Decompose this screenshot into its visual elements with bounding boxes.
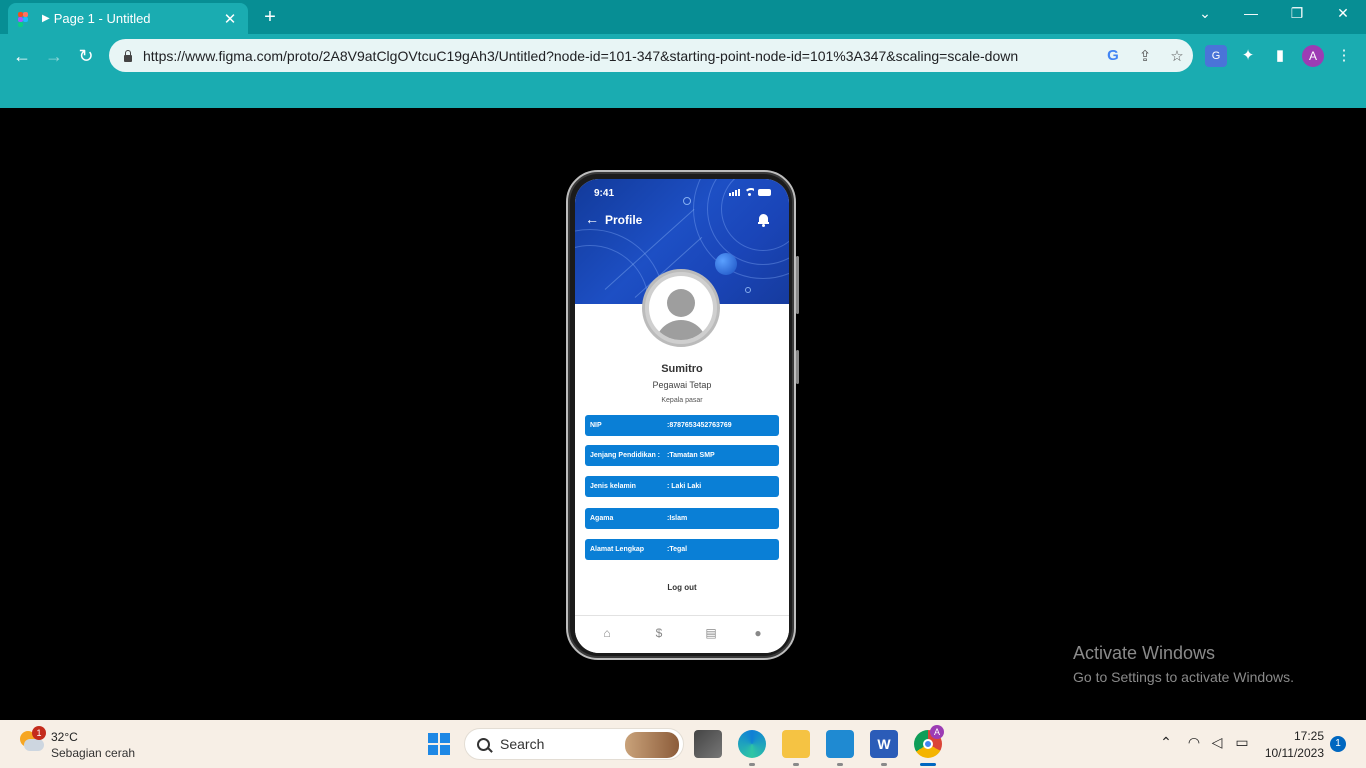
field-label: Agama	[590, 515, 614, 522]
battery-icon	[758, 188, 771, 196]
taskbar-indicator-active	[920, 763, 936, 766]
side-panel-icon[interactable]: ▮	[1269, 45, 1291, 67]
weather-condition[interactable]: Sebagian cerah	[51, 746, 135, 760]
taskbar: 1 32°C Sebagian cerah Search W A ⌃ ◠ ◁ ▭…	[0, 720, 1366, 768]
browser-tab[interactable]: ▶ Page 1 - Untitled ✕	[8, 3, 248, 34]
wifi-tray-icon[interactable]: ◠	[1185, 734, 1203, 751]
notification-badge[interactable]: 1	[1330, 736, 1346, 752]
activate-windows-title: Activate Windows	[1073, 643, 1216, 663]
bell-icon[interactable]	[758, 214, 769, 227]
field-value: :Tegal	[667, 546, 688, 553]
signal-icon	[729, 188, 740, 196]
activate-windows-subtitle: Go to Settings to activate Windows.	[1073, 669, 1294, 685]
phone-screen: 9:41 ← Profile Sumitro Pegawai Tetap Kep…	[575, 179, 789, 653]
word-icon[interactable]: W	[870, 730, 898, 758]
bookmark-star-icon[interactable]: ☆	[1161, 47, 1193, 65]
volume-icon[interactable]: ◁	[1208, 734, 1226, 751]
profile-name: Sumitro	[661, 363, 703, 375]
phone-status-time: 9:41	[594, 188, 615, 199]
extensions-puzzle-icon[interactable]: ✦	[1237, 45, 1259, 67]
taskbar-search[interactable]: Search	[464, 728, 684, 760]
taskbar-indicator	[793, 763, 799, 766]
money-bag-icon[interactable]: $	[652, 626, 666, 640]
field-label: Alamat Lengkap	[590, 546, 645, 553]
google-icon[interactable]: G	[1097, 47, 1129, 64]
translate-extension-icon[interactable]: G	[1205, 45, 1227, 67]
search-highlight-image	[625, 732, 679, 758]
person-placeholder-icon	[667, 289, 695, 317]
windows-start-icon[interactable]	[428, 733, 450, 755]
vscode-icon[interactable]	[826, 730, 854, 758]
close-tab-icon[interactable]: ✕	[222, 10, 238, 28]
figma-icon	[18, 11, 32, 27]
play-icon: ▶	[42, 13, 50, 24]
info-field-nip: NIP :8787653452763769	[585, 415, 779, 436]
new-tab-button[interactable]: +	[259, 6, 281, 29]
tab-title: Page 1 - Untitled	[53, 11, 151, 26]
info-field-gender: Jenis kelamin : Laki Laki	[585, 476, 779, 497]
employment-status: Pegawai Tetap	[652, 380, 712, 390]
info-field-education: Jenjang Pendidikan : :Tamatan SMP	[585, 445, 779, 466]
edge-icon[interactable]	[738, 730, 766, 758]
user-icon[interactable]: ●	[751, 626, 765, 640]
tab-strip: ▶ Page 1 - Untitled ✕ + ⌄ — ❐ ✕	[0, 0, 1366, 34]
back-button[interactable]: ←	[9, 43, 35, 69]
back-arrow-icon[interactable]: ←	[585, 211, 599, 227]
field-label: Jenis kelamin	[590, 483, 636, 490]
share-icon[interactable]: ⇪	[1129, 47, 1161, 65]
field-value: :8787653452763769	[667, 422, 732, 429]
reload-button[interactable]: ↻	[73, 43, 99, 69]
forward-button[interactable]: →	[41, 43, 67, 69]
page-title: Profile	[605, 213, 643, 227]
clipboard-icon[interactable]: ▤	[704, 626, 718, 640]
wifi-icon	[744, 188, 754, 196]
browser-toolbar: ← → ↻ https://www.figma.com/proto/2A8V9a…	[0, 34, 1366, 108]
weather-badge: 1	[32, 726, 46, 740]
figma-prototype-viewport: 9:41 ← Profile Sumitro Pegawai Tetap Kep…	[0, 108, 1366, 720]
close-window-button[interactable]: ✕	[1328, 5, 1358, 22]
avatar	[642, 269, 720, 347]
phone-side-button	[796, 256, 799, 314]
chrome-icon[interactable]: A	[914, 725, 944, 758]
battery-tray-icon[interactable]: ▭	[1233, 734, 1251, 751]
minimize-button[interactable]: —	[1236, 5, 1266, 21]
restore-button[interactable]: ❐	[1282, 5, 1312, 22]
phone-side-button	[796, 350, 799, 384]
field-label: Jenjang Pendidikan :	[590, 452, 661, 459]
info-field-religion: Agama :Islam	[585, 508, 779, 529]
job-position: Kepala pasar	[661, 397, 703, 404]
phone-status-icons	[729, 188, 771, 196]
lock-icon	[123, 49, 133, 62]
field-value: :Tamatan SMP	[667, 452, 715, 459]
phone-mockup: 9:41 ← Profile Sumitro Pegawai Tetap Kep…	[566, 170, 799, 660]
field-label: NIP	[590, 422, 602, 429]
field-value: :Islam	[667, 515, 688, 522]
tab-search-button[interactable]: ⌄	[1190, 5, 1220, 22]
task-view-icon[interactable]	[694, 730, 722, 758]
url-text[interactable]: https://www.figma.com/proto/2A8V9atClgOV…	[143, 48, 1097, 64]
taskbar-indicator	[881, 763, 887, 766]
search-label: Search	[500, 736, 545, 752]
taskbar-indicator	[749, 763, 755, 766]
info-field-address: Alamat Lengkap :Tegal	[585, 539, 779, 560]
chrome-profile-badge: A	[930, 725, 944, 739]
weather-temperature[interactable]: 32°C	[51, 730, 78, 744]
file-explorer-icon[interactable]	[782, 730, 810, 758]
clock-date[interactable]: 10/11/2023	[1262, 746, 1324, 760]
menu-kebab-icon[interactable]: ⋮	[1333, 45, 1355, 67]
taskbar-indicator	[837, 763, 843, 766]
profile-avatar[interactable]: A	[1302, 45, 1324, 67]
chevron-up-icon[interactable]: ⌃	[1157, 734, 1175, 751]
home-icon[interactable]: ⌂	[600, 626, 614, 640]
clock-time[interactable]: 17:25	[1290, 729, 1324, 743]
bottom-navigation: ⌂ $ ▤ ●	[575, 615, 789, 653]
weather-icon[interactable]: 1	[18, 726, 46, 755]
field-value: : Laki Laki	[667, 483, 702, 490]
address-bar[interactable]: https://www.figma.com/proto/2A8V9atClgOV…	[109, 39, 1193, 72]
search-icon	[477, 737, 490, 751]
logout-button[interactable]: Log out	[575, 583, 789, 592]
